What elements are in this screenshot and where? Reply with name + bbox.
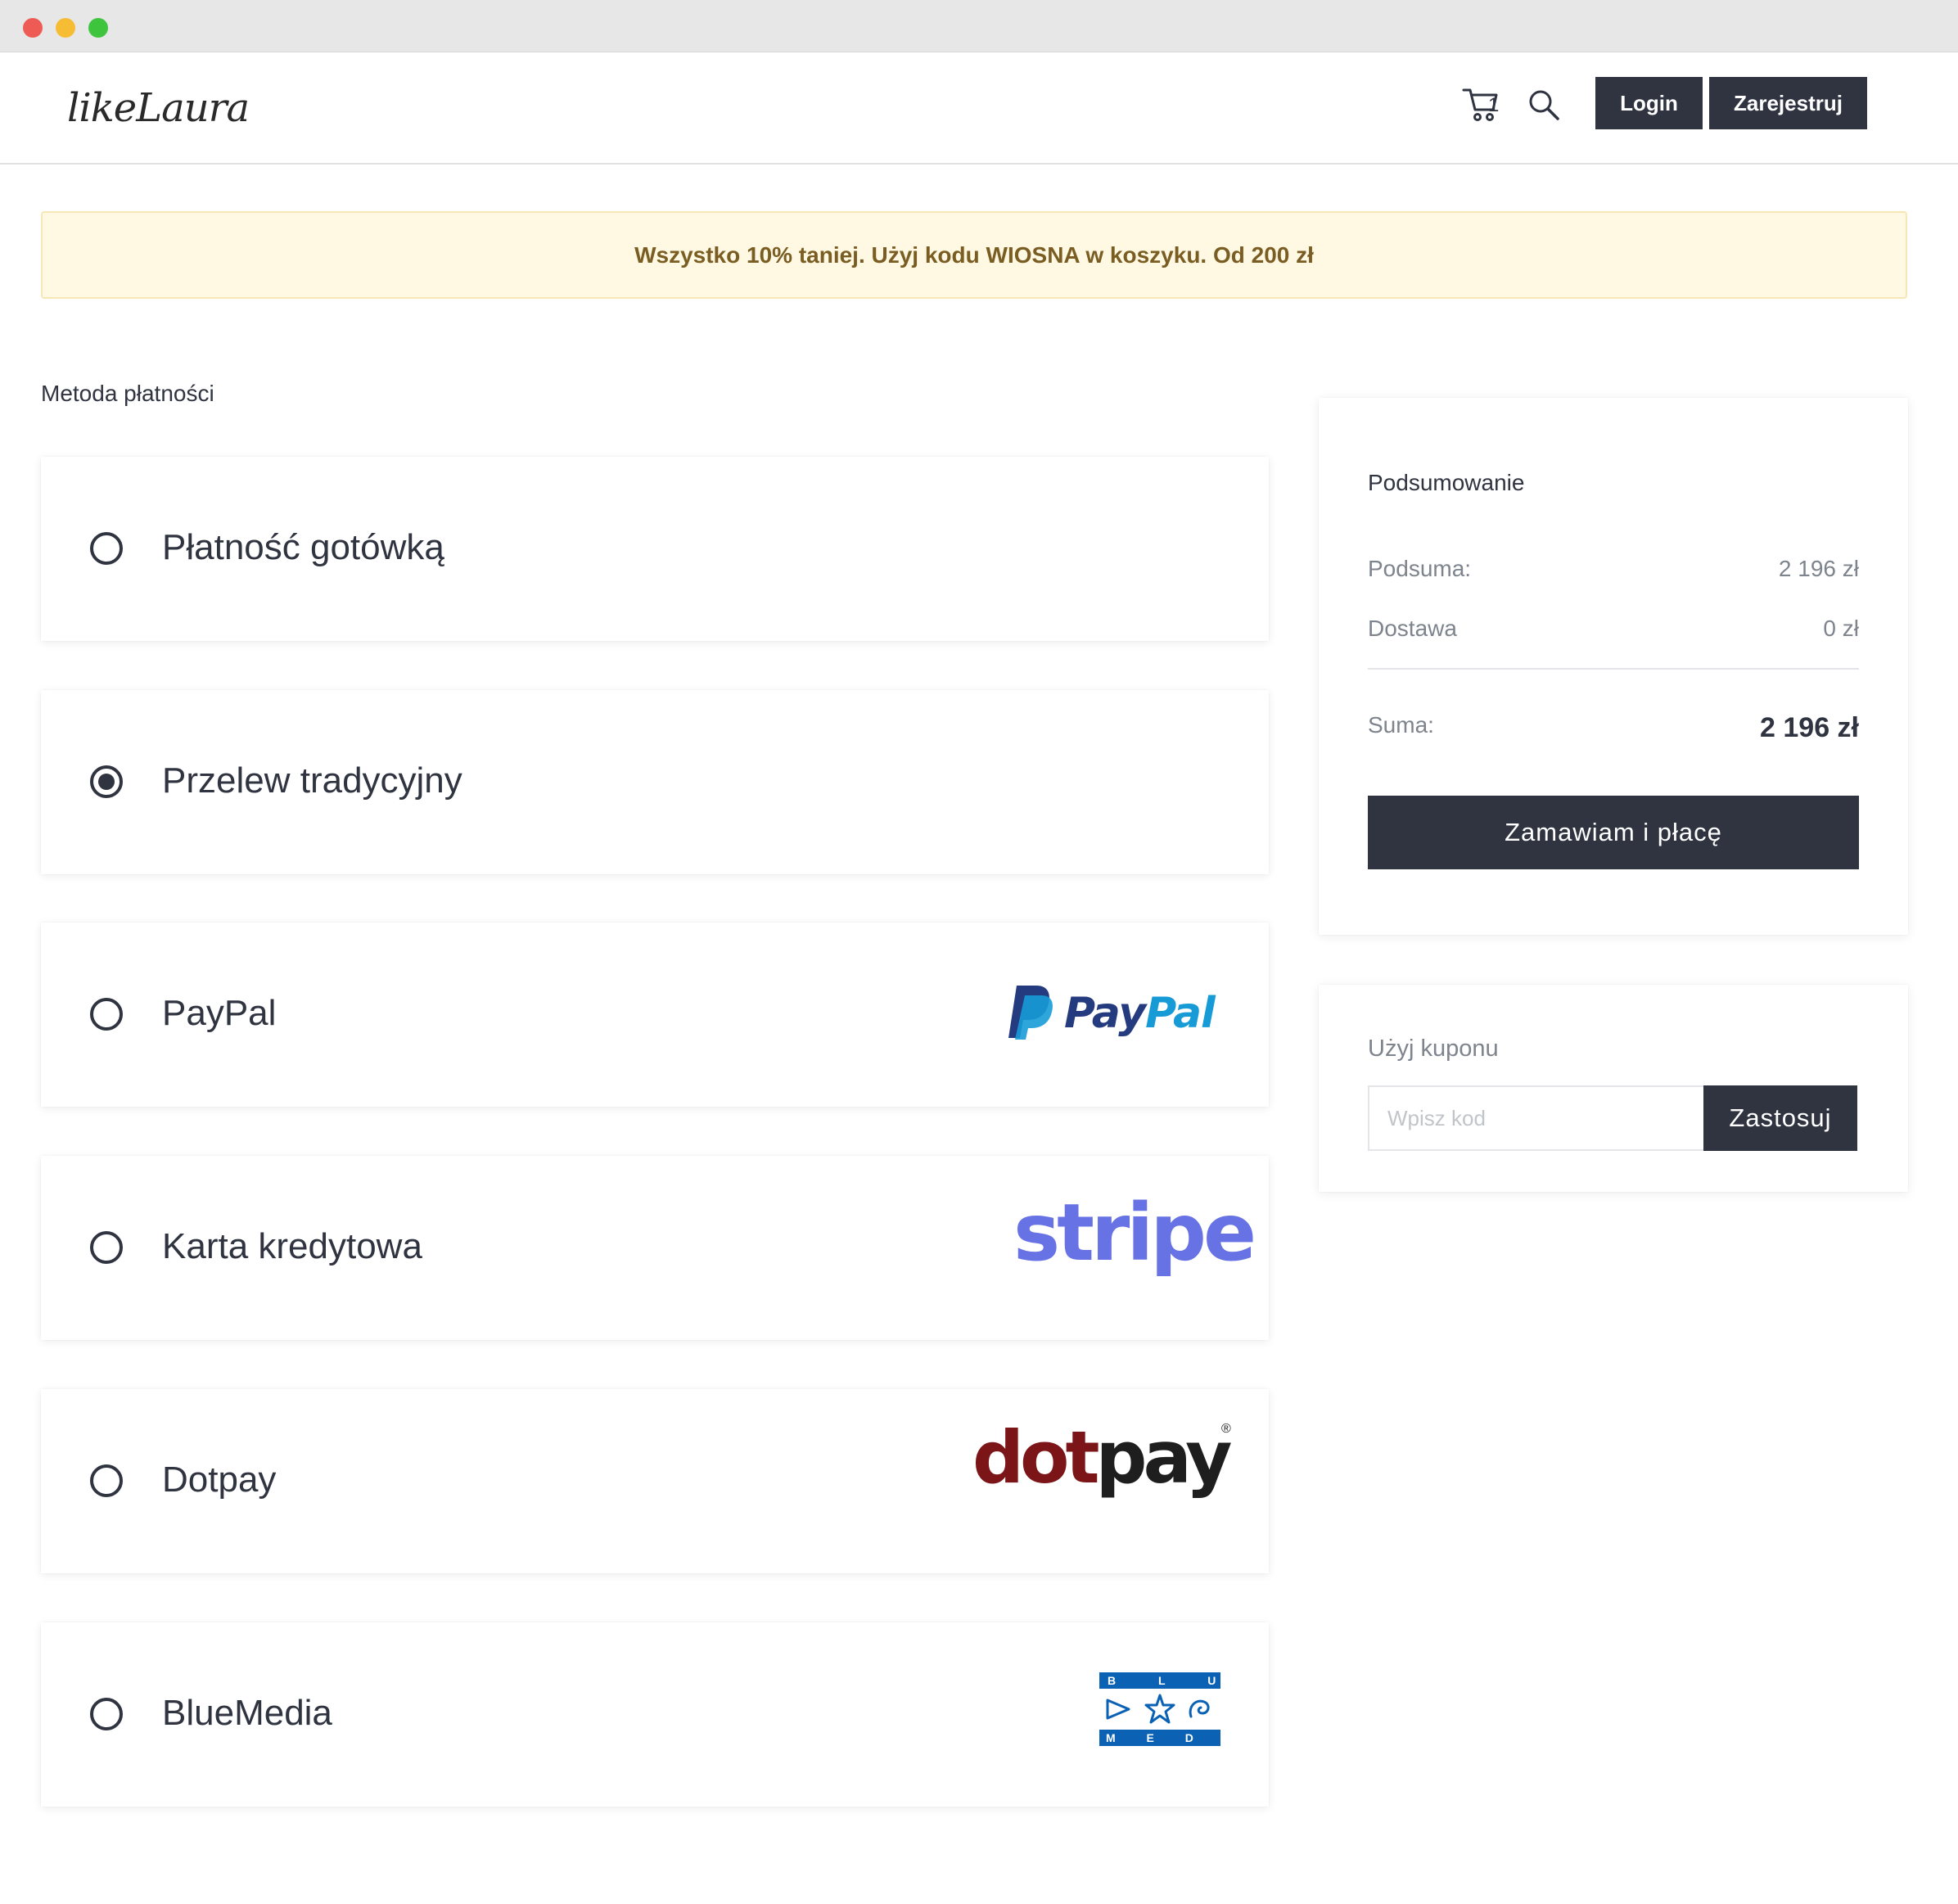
coupon-title: Użyj kuponu	[1368, 1035, 1499, 1062]
radio-bank-transfer[interactable]	[90, 765, 123, 798]
total-label: Suma:	[1368, 712, 1434, 738]
promo-banner: Wszystko 10% taniej. Użyj kodu WIOSNA w …	[41, 211, 1907, 299]
stripe-logo: stripe	[1013, 1187, 1256, 1279]
login-button[interactable]: Login	[1595, 77, 1703, 129]
order-summary-panel: Podsumowanie Podsuma: 2 196 zł Dostawa 0…	[1319, 398, 1908, 935]
minimize-window-button[interactable]	[56, 18, 75, 38]
place-order-button[interactable]: Zamawiam i płacę	[1368, 796, 1859, 869]
maximize-window-button[interactable]	[88, 18, 108, 38]
shipping-value: 0 zł	[1823, 616, 1859, 641]
radio-paypal[interactable]	[90, 998, 123, 1031]
radio-credit-card[interactable]	[90, 1231, 123, 1264]
payment-option-label: Dotpay	[162, 1460, 277, 1500]
paypal-p-icon	[1008, 986, 1053, 1040]
payment-method-heading: Metoda płatności	[41, 381, 214, 406]
radio-bluemedia[interactable]	[90, 1698, 123, 1730]
cart-count-badge: 1	[1488, 94, 1500, 116]
summary-title: Podsumowanie	[1368, 470, 1525, 495]
radio-cash[interactable]	[90, 532, 123, 565]
payment-option-label: Przelew tradycyjny	[162, 760, 462, 801]
bluemedia-logo: B L U E M E D I A	[1099, 1672, 1220, 1748]
apply-coupon-button[interactable]: Zastosuj	[1703, 1085, 1857, 1151]
window-titlebar	[0, 0, 1958, 52]
payment-option-label: BlueMedia	[162, 1693, 332, 1733]
search-icon[interactable]	[1527, 88, 1560, 121]
payment-option-paypal[interactable]: PayPal PayPal	[41, 923, 1269, 1107]
payment-option-bank-transfer[interactable]: Przelew tradycyjny	[41, 690, 1269, 874]
radio-dotpay[interactable]	[90, 1464, 123, 1497]
subtotal-label: Podsuma:	[1368, 556, 1472, 581]
payment-option-bluemedia[interactable]: BlueMedia B L U E M E D I A	[41, 1622, 1269, 1807]
bluemedia-symbols	[1106, 1694, 1210, 1724]
promo-text: Wszystko 10% taniej. Użyj kodu WIOSNA w …	[634, 241, 1314, 268]
payment-option-label: Płatność gotówką	[162, 527, 444, 567]
register-button[interactable]: Zarejestruj	[1709, 77, 1867, 129]
site-logo[interactable]: likeLaura	[67, 85, 250, 131]
shipping-label: Dostawa	[1368, 616, 1457, 641]
site-header: likeLaura 1 Login Zarejestruj	[0, 52, 1958, 165]
payment-option-label: PayPal	[162, 993, 277, 1033]
payment-option-cash[interactable]: Płatność gotówką	[41, 457, 1269, 641]
dotpay-logo: dotpay ®	[972, 1415, 1233, 1500]
total-value: 2 196 zł	[1760, 712, 1859, 743]
summary-divider	[1368, 668, 1859, 670]
close-window-button[interactable]	[23, 18, 43, 38]
payment-option-dotpay[interactable]: Dotpay dotpay ®	[41, 1389, 1269, 1573]
paypal-logo: PayPal	[1005, 984, 1225, 1041]
subtotal-value: 2 196 zł	[1778, 556, 1859, 581]
payment-option-label: Karta kredytowa	[162, 1226, 422, 1266]
payment-option-credit-card[interactable]: Karta kredytowa stripe	[41, 1156, 1269, 1340]
coupon-code-input[interactable]	[1368, 1085, 1705, 1151]
coupon-panel: Użyj kuponu Zastosuj	[1319, 985, 1908, 1192]
